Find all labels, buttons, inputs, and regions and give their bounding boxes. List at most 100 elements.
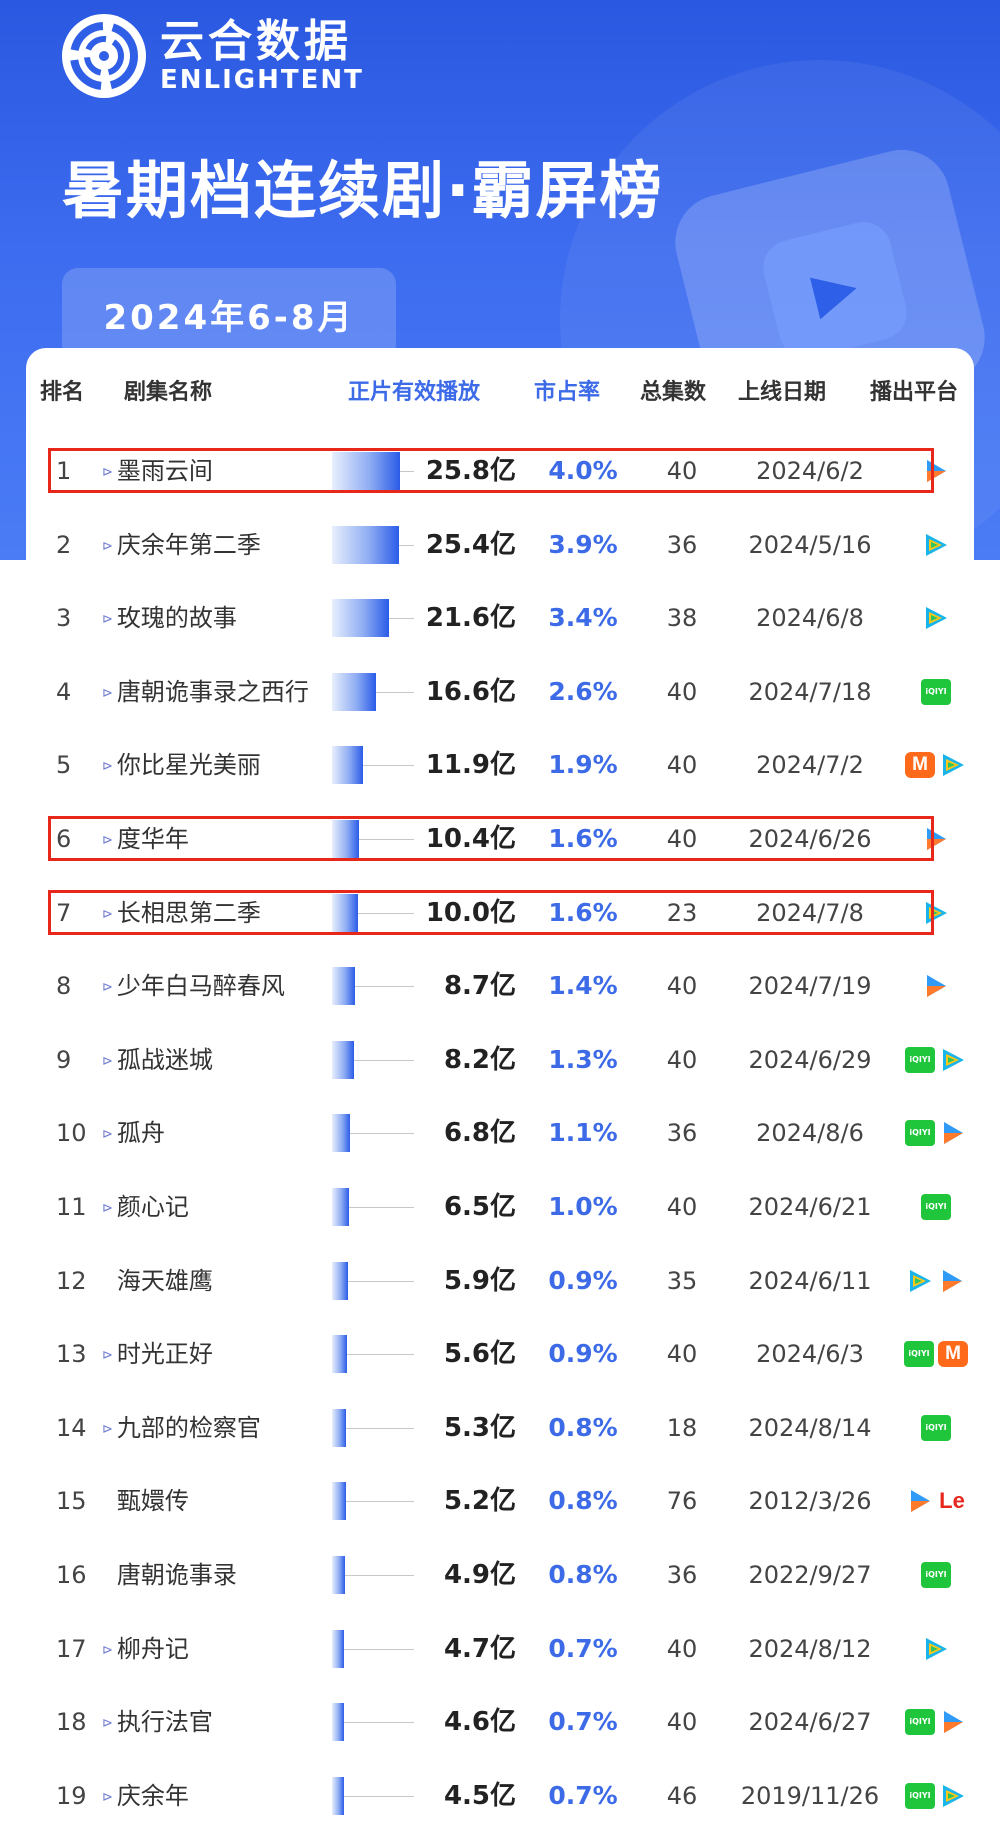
drama-name: ⊳ 柳舟记	[102, 1612, 342, 1686]
exclusive-marker-icon: ⊳	[102, 612, 113, 628]
rank-number: 15	[56, 1487, 87, 1516]
market-share: 1.9%	[548, 750, 618, 780]
highlight-box	[48, 889, 934, 935]
release-date: 2024/6/8	[756, 604, 864, 633]
drama-name-text: 你比星光美丽	[116, 751, 261, 780]
exclusive-marker-icon: ⊳	[102, 759, 113, 775]
plays-value: 4.6亿	[443, 1707, 516, 1738]
iqiyi-icon: iQIYI	[905, 1709, 935, 1736]
drama-name-text: 唐朝诡事录	[116, 1561, 237, 1589]
mango-tv-icon: M	[905, 752, 935, 779]
episode-count: 40	[666, 1340, 698, 1369]
enlightent-logo-icon	[62, 14, 146, 98]
plays-bar-fill	[332, 599, 389, 638]
exclusive-marker-icon: ⊳	[102, 1201, 113, 1216]
col-platform-header: 播出平台	[870, 380, 959, 405]
highlight-box	[48, 448, 934, 493]
plays-bar-fill	[332, 1408, 346, 1447]
table-row: 19 ⊳ 庆余年 4.5亿 0.7% 46 2019/11/26 iQIYI	[26, 1759, 974, 1833]
drama-name-text: 庆余年第二季	[116, 530, 261, 559]
table-row: 14 ⊳ 九部的检察官 5.3亿 0.8% 18 2024/8/14 iQIYI	[26, 1391, 974, 1465]
tencent-video-icon	[922, 1635, 950, 1663]
plays-value: 4.7亿	[443, 1633, 516, 1664]
youku-icon	[939, 1708, 967, 1736]
drama-name: ⊳唐朝诡事录	[102, 1538, 342, 1612]
platform-icons: iQIYI	[886, 1096, 986, 1170]
drama-name-text: 柳舟记	[116, 1634, 189, 1663]
release-date: 2024/6/11	[748, 1266, 872, 1295]
episode-count: 40	[666, 972, 698, 1001]
episode-count: 40	[666, 751, 698, 780]
release-date: 2024/8/12	[748, 1634, 872, 1663]
plays-value: 6.8亿	[443, 1118, 516, 1149]
rank-number: 13	[56, 1340, 87, 1369]
drama-name: ⊳ 玫瑰的故事	[102, 581, 342, 655]
table-row: 13 ⊳ 时光正好 5.6亿 0.9% 40 2024/6/3 iQIYI M	[26, 1317, 974, 1391]
table-row: 2 ⊳ 庆余年第二季 25.4亿 3.9% 36 2024/5/16	[26, 508, 974, 582]
market-share: 0.8%	[548, 1412, 618, 1442]
rank-number: 12	[56, 1266, 87, 1295]
release-date: 2024/6/3	[756, 1340, 864, 1369]
platform-icons: iQIYI	[886, 1391, 986, 1465]
drama-name-text: 颜心记	[116, 1193, 189, 1221]
iqiyi-icon: iQIYI	[921, 678, 951, 705]
plays-value: 4.9亿	[443, 1560, 516, 1590]
table-row: 18 ⊳ 执行法官 4.6亿 0.7% 40 2024/6/27 iQIYI	[26, 1685, 974, 1759]
rank-number: 9	[56, 1045, 72, 1074]
release-date: 2024/8/14	[748, 1413, 872, 1442]
episode-count: 40	[666, 1045, 698, 1074]
drama-name-text: 少年白马醉春风	[116, 972, 285, 1001]
youku-icon	[939, 1119, 967, 1147]
mango-tv-icon: M	[938, 1341, 968, 1368]
drama-name-text: 九部的检察官	[116, 1413, 261, 1442]
plays-bar-fill	[332, 525, 399, 564]
market-share: 1.3%	[548, 1044, 618, 1074]
drama-name: ⊳ 颜心记	[102, 1170, 342, 1244]
plays-value: 4.5亿	[443, 1780, 516, 1811]
platform-icons	[886, 1244, 986, 1318]
market-share: 1.1%	[548, 1118, 618, 1148]
drama-name: ⊳ 执行法官	[102, 1685, 342, 1759]
drama-name: ⊳ 唐朝诡事录之西行	[102, 655, 342, 729]
exclusive-marker-icon: ⊳	[102, 685, 113, 701]
iqiyi-icon: iQIYI	[921, 1194, 951, 1220]
col-name-header: 剧集名称	[124, 380, 213, 405]
plays-bar-fill	[332, 1114, 350, 1153]
plays-bar-track	[332, 1722, 414, 1724]
brand-name-en: ENLIGHTENT	[160, 65, 364, 95]
market-share: 1.4%	[548, 971, 618, 1001]
rank-number: 16	[56, 1561, 87, 1589]
plays-bar-fill	[332, 967, 355, 1006]
rank-number: 3	[56, 604, 72, 633]
exclusive-marker-icon: ⊳	[102, 538, 113, 554]
exclusive-marker-icon: ⊳	[102, 1348, 113, 1364]
col-plays-header: 正片有效播放	[348, 380, 481, 405]
plays-bar-track	[332, 1648, 414, 1650]
exclusive-marker-icon: ⊳	[102, 1642, 113, 1658]
platform-icons: M	[886, 728, 986, 802]
table-row: 17 ⊳ 柳舟记 4.7亿 0.7% 40 2024/8/12	[26, 1612, 974, 1686]
market-share: 0.7%	[548, 1780, 618, 1810]
rank-number: 18	[56, 1708, 87, 1737]
platform-icons: iQIYI	[886, 1538, 986, 1612]
col-date-header: 上线日期	[738, 380, 827, 405]
platform-icons	[886, 949, 986, 1023]
drama-name-text: 孤战迷城	[116, 1045, 213, 1074]
market-share: 0.9%	[548, 1339, 618, 1369]
platform-icons	[886, 1612, 986, 1686]
rank-number: 11	[56, 1193, 87, 1221]
plays-value: 5.3亿	[443, 1412, 516, 1443]
market-share: 0.8%	[548, 1560, 618, 1589]
iqiyi-icon: iQIYI	[905, 1782, 935, 1809]
platform-icons: iQIYI	[886, 1759, 986, 1833]
plays-value: 5.6亿	[443, 1339, 516, 1370]
exclusive-marker-icon: ⊳	[102, 1789, 113, 1805]
plays-value: 25.4亿	[425, 529, 516, 560]
table-row: 9 ⊳ 孤战迷城 8.2亿 1.3% 40 2024/6/29 iQIYI	[26, 1023, 974, 1097]
col-rank-header: 排名	[40, 380, 85, 405]
page-title: 暑期档连续剧·霸屏榜	[62, 154, 664, 227]
drama-name-text: 孤舟	[116, 1119, 165, 1148]
episode-count: 46	[666, 1781, 698, 1810]
youku-icon	[906, 1487, 934, 1515]
market-share: 3.9%	[548, 529, 618, 559]
